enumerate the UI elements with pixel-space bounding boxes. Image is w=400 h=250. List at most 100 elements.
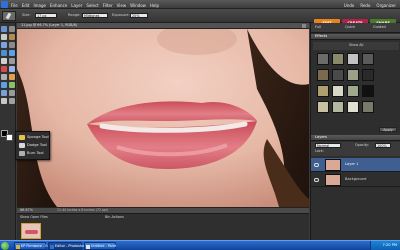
brush-tool-icon[interactable] — [1, 82, 7, 88]
flyout-label: Dodge Tool — [27, 143, 47, 147]
effect-thumbnail[interactable] — [362, 101, 374, 113]
range-select[interactable]: Midtones — [82, 13, 108, 18]
eye-visibility-icon[interactable] — [314, 178, 319, 182]
sponge-tool-icon[interactable] — [9, 98, 15, 104]
layer-row-background[interactable]: Background — [311, 173, 400, 187]
magic-wand-tool-icon[interactable] — [1, 50, 7, 56]
apply-label: Apply — [383, 128, 393, 132]
menu-image[interactable]: Image — [33, 3, 46, 8]
flyout-sponge-tool[interactable]: Sponge Tool — [18, 134, 49, 142]
layer-thumbnail — [325, 174, 341, 186]
size-value: 17 px — [37, 14, 47, 18]
start-button-icon[interactable] — [1, 242, 9, 250]
menu-edit[interactable]: Edit — [22, 3, 30, 8]
menu-layer[interactable]: Layer — [71, 3, 82, 8]
effect-thumbnail[interactable] — [317, 69, 329, 81]
red-eye-tool-icon[interactable] — [1, 66, 7, 72]
effect-thumbnail[interactable] — [362, 69, 374, 81]
layers-header[interactable]: Layers — [311, 135, 400, 141]
effect-thumbnail[interactable] — [347, 69, 359, 81]
layers-controls: Normal Opacity: 100% Lock: — [311, 142, 400, 156]
flyout-dodge-tool[interactable]: Dodge Tool — [18, 142, 49, 150]
document-dimensions: 11.44 inches x 8 inches (72 ppi) — [57, 208, 109, 212]
opacity-field[interactable]: 100% — [375, 143, 391, 148]
apply-button[interactable]: Apply — [379, 127, 397, 132]
project-bin: Show Open Files Bin Actions — [17, 213, 309, 240]
exposure-label: Exposure: — [112, 13, 130, 17]
organizer-button[interactable]: Organizer — [376, 3, 396, 8]
layers-label: Layers — [315, 135, 327, 139]
eyedropper-tool-icon[interactable] — [9, 34, 15, 40]
close-icon[interactable] — [302, 24, 306, 28]
menu-window[interactable]: Window — [130, 3, 146, 8]
blend-mode-select[interactable]: Normal — [315, 143, 341, 148]
show-all-dropdown[interactable]: Show All — [349, 43, 363, 47]
background-color-swatch[interactable] — [6, 134, 13, 141]
crop-tool-icon[interactable] — [9, 58, 15, 64]
taskbar-item[interactable]: Editor - Photoshop ... — [48, 242, 91, 250]
show-open-files-label[interactable]: Show Open Files — [20, 215, 48, 219]
effect-thumbnail[interactable] — [362, 53, 374, 65]
tab-guided[interactable]: Guided — [373, 25, 386, 30]
dodge-icon — [19, 143, 25, 148]
healing-brush-icon[interactable] — [9, 66, 15, 72]
effect-thumbnail[interactable] — [317, 85, 329, 97]
effect-thumbnail[interactable] — [347, 85, 359, 97]
marquee-tool-icon[interactable] — [1, 42, 7, 48]
gradient-tool-icon[interactable] — [1, 90, 7, 96]
selection-brush-icon[interactable] — [9, 50, 15, 56]
layer-row-layer-1[interactable]: Layer 1 — [311, 158, 400, 172]
size-label: Size: — [22, 13, 31, 17]
type-tool-icon[interactable] — [1, 58, 7, 64]
taskbar-item[interactable]: Untitled - Paint — [84, 242, 116, 250]
menu-file[interactable]: File — [11, 3, 18, 8]
menu-help[interactable]: Help — [150, 3, 159, 8]
menu-select[interactable]: Select — [86, 3, 98, 8]
layer-name[interactable]: Background — [345, 177, 366, 182]
effects-header[interactable]: Effects — [311, 34, 400, 40]
zoom-level[interactable]: 66.67% — [20, 208, 33, 212]
lasso-tool-icon[interactable] — [9, 42, 15, 48]
taskbar-item[interactable]: KP Firmware - Exc... — [14, 242, 54, 250]
eye-visibility-icon[interactable] — [314, 163, 319, 167]
image-canvas[interactable] — [17, 29, 309, 207]
tab-full[interactable]: Full — [315, 25, 321, 30]
effect-thumbnail[interactable] — [317, 53, 329, 65]
shape-tool-icon[interactable] — [9, 90, 15, 96]
eraser-tool-icon[interactable] — [9, 74, 15, 80]
effect-thumbnail[interactable] — [332, 53, 344, 65]
paint-bucket-icon[interactable] — [9, 82, 15, 88]
effect-thumbnail[interactable] — [362, 85, 374, 97]
menu-enhance[interactable]: Enhance — [50, 3, 67, 8]
open-file-thumbnail[interactable] — [21, 223, 41, 239]
exposure-field[interactable]: 20% — [130, 13, 148, 18]
effect-thumbnail[interactable] — [347, 53, 359, 65]
size-field[interactable]: 17 px — [35, 13, 57, 18]
bin-actions-label[interactable]: Bin Actions — [105, 215, 124, 219]
move-tool-icon[interactable] — [1, 26, 7, 32]
clock[interactable]: 7:20 PM — [383, 243, 397, 248]
zoom-tool-icon[interactable] — [9, 26, 15, 32]
flyout-burn-tool[interactable]: Burn Tool — [18, 150, 49, 158]
dodge-tool-icon[interactable] — [2, 11, 16, 21]
menu-filter[interactable]: Filter — [103, 3, 113, 8]
menu-view[interactable]: View — [117, 3, 127, 8]
undo-button[interactable]: Undo — [344, 3, 354, 8]
redo-button[interactable]: Redo — [360, 3, 370, 8]
hand-tool-icon[interactable] — [1, 34, 7, 40]
blur-tool-icon[interactable] — [1, 98, 7, 104]
effect-thumbnail[interactable] — [332, 85, 344, 97]
effect-thumbnail[interactable] — [347, 101, 359, 113]
tab-quick[interactable]: Quick — [345, 25, 355, 30]
sponge-icon — [19, 135, 25, 140]
exposure-value: 20% — [132, 14, 140, 18]
document-title: 11.jpg @ 66.7% (Layer 1, RGB/8) — [21, 23, 78, 27]
effect-thumbnail[interactable] — [317, 101, 329, 113]
effect-thumbnail[interactable] — [332, 101, 344, 113]
layer-name[interactable]: Layer 1 — [345, 162, 358, 167]
effect-thumbnail[interactable] — [332, 69, 344, 81]
clone-stamp-icon[interactable] — [1, 74, 7, 80]
options-bar: Size: 17 px Range: Midtones Exposure: 20… — [0, 9, 400, 27]
app-logo-icon — [1, 1, 8, 8]
menu-bar: File Edit Image Enhance Layer Select Fil… — [0, 0, 400, 9]
